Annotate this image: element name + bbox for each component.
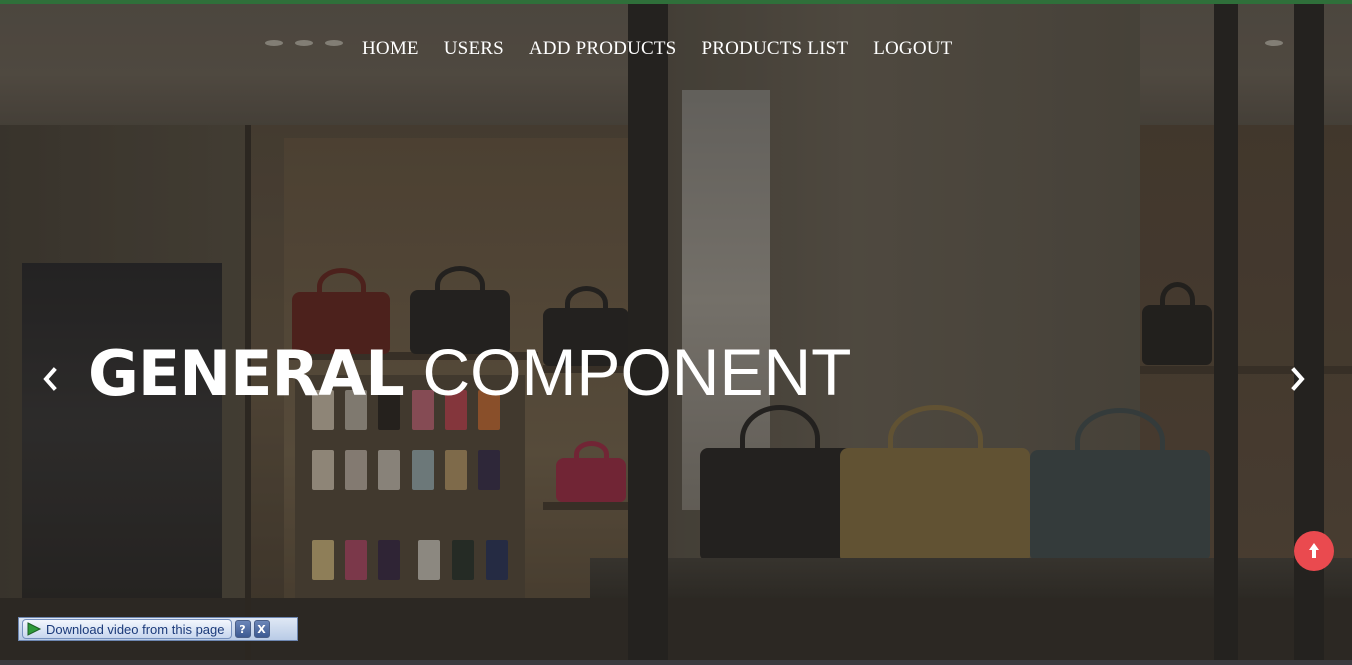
help-button[interactable]: ? [234, 620, 251, 638]
download-video-toolbar: Download video from this page ? X [18, 617, 298, 641]
download-video-label: Download video from this page [46, 621, 225, 637]
nav-item-add-products[interactable]: ADD PRODUCTS [529, 38, 677, 60]
download-video-button[interactable]: Download video from this page [22, 619, 232, 639]
chevron-right-icon [1291, 367, 1305, 391]
hero-title-light: COMPONENT [422, 335, 852, 409]
bottom-strip [0, 660, 1352, 665]
page: HOME USERS ADD PRODUCTS PRODUCTS LIST LO… [0, 0, 1352, 665]
play-icon [27, 622, 42, 636]
dark-overlay [0, 0, 1352, 665]
nav-item-users[interactable]: USERS [444, 38, 504, 60]
carousel-next-button[interactable] [1284, 364, 1312, 394]
close-button[interactable]: X [253, 620, 270, 638]
hero-title-bold: GENERAL [88, 337, 405, 410]
nav-item-products-list[interactable]: PRODUCTS LIST [701, 38, 848, 60]
scroll-to-top-button[interactable] [1294, 531, 1334, 571]
main-nav: HOME USERS ADD PRODUCTS PRODUCTS LIST LO… [362, 38, 952, 60]
top-accent-bar [0, 0, 1352, 4]
nav-item-logout[interactable]: LOGOUT [873, 38, 952, 60]
arrow-up-icon [1309, 543, 1319, 558]
carousel-prev-button[interactable] [36, 364, 64, 394]
hero-title: GENERAL COMPONENT [88, 334, 851, 412]
nav-item-home[interactable]: HOME [362, 38, 419, 60]
chevron-left-icon [43, 367, 57, 391]
hero-background-image [0, 0, 1352, 665]
